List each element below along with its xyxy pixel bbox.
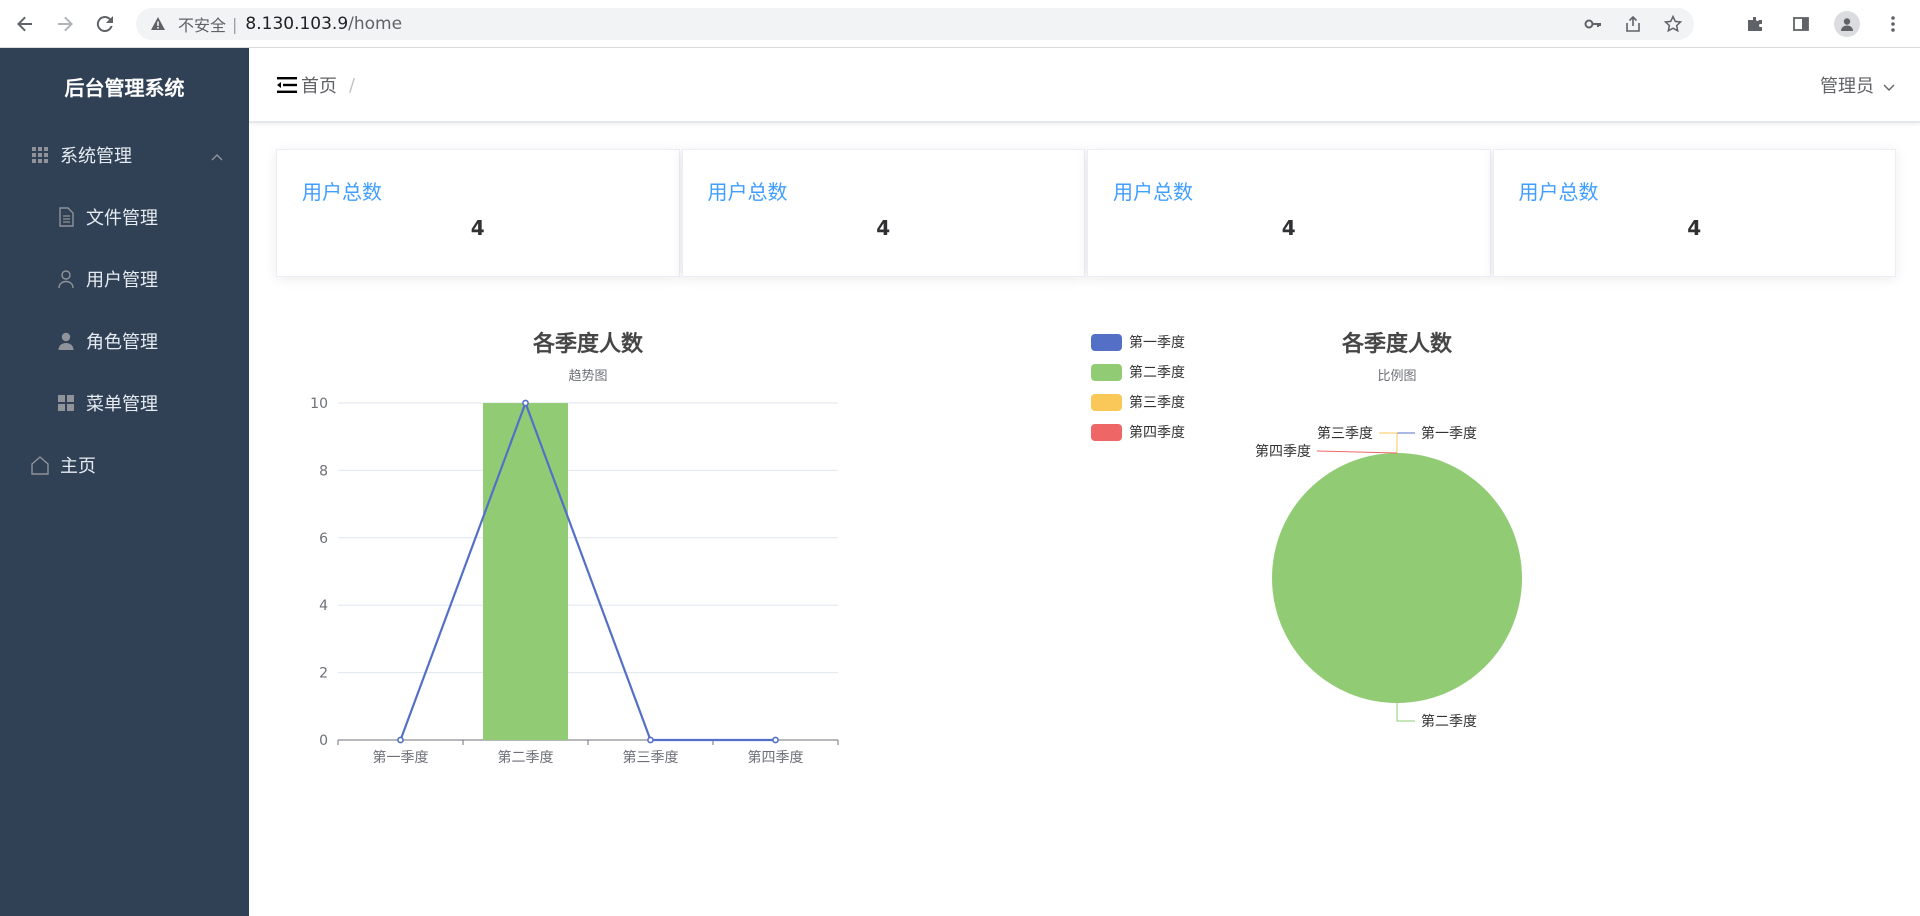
user-dropdown[interactable]: 管理员	[1820, 72, 1896, 98]
url-host: 8.130.103.9	[245, 14, 349, 34]
breadcrumb: 首页 /	[301, 72, 355, 98]
stat-card: 用户总数 4	[1087, 149, 1491, 277]
grid-icon	[30, 145, 50, 165]
top-header: 首页 / 管理员	[249, 48, 1920, 123]
home-icon	[30, 455, 50, 475]
person-filled-icon	[56, 331, 76, 351]
sidebar: 后台管理系统 系统管理 文件管理 用户管理 角色管理 菜单管理 主页	[0, 48, 249, 916]
stat-card: 用户总数 4	[681, 149, 1085, 277]
stat-card: 用户总数 4	[276, 149, 680, 277]
breadcrumb-home[interactable]: 首页	[301, 72, 337, 98]
url-path: /home	[348, 14, 403, 34]
profile-avatar[interactable]	[1832, 9, 1862, 39]
breadcrumb-separator: /	[349, 74, 356, 96]
sidebar-item-users[interactable]: 用户管理	[0, 248, 249, 310]
reload-icon[interactable]	[90, 9, 120, 39]
back-icon[interactable]	[10, 9, 40, 39]
sidebar-item-label: 菜单管理	[86, 394, 158, 415]
hamburger-icon[interactable]	[277, 76, 297, 94]
chevron-up-icon	[211, 148, 223, 161]
chevron-down-icon	[1882, 78, 1896, 92]
sidebar-item-label: 主页	[60, 456, 96, 477]
stat-card-title: 用户总数	[1113, 180, 1193, 204]
user-icon	[56, 269, 76, 289]
sidebar-item-home[interactable]: 主页	[0, 434, 249, 496]
stat-card: 用户总数 4	[1492, 149, 1896, 277]
sidebar-item-label: 用户管理	[86, 270, 158, 291]
stat-card-title: 用户总数	[707, 180, 788, 204]
sidebar-item-roles[interactable]: 角色管理	[0, 310, 249, 372]
warning-icon[interactable]	[150, 16, 166, 32]
sidepanel-icon[interactable]	[1786, 9, 1816, 39]
sidebar-item-files[interactable]: 文件管理	[0, 186, 249, 248]
sidebar-item-system[interactable]: 系统管理	[0, 124, 249, 186]
address-bar[interactable]: 不安全 | 8.130.103.9/home	[136, 8, 1694, 40]
url-text: 8.130.103.9/home	[245, 14, 402, 34]
extensions-icon[interactable]	[1740, 9, 1770, 39]
stat-card-title: 用户总数	[1518, 180, 1599, 204]
sidebar-title: 后台管理系统	[64, 75, 185, 100]
main-content: 首页 / 管理员 用户总数 4 用户总数 4 用户总数 4 用户总数 4	[249, 48, 1920, 916]
insecure-label: 不安全	[178, 16, 227, 35]
share-icon[interactable]	[1622, 13, 1644, 35]
url-separator: |	[232, 14, 238, 34]
menu-grid-icon	[56, 393, 76, 413]
user-name: 管理员	[1820, 76, 1874, 97]
sidebar-item-menus[interactable]: 菜单管理	[0, 372, 249, 434]
sidebar-item-label: 角色管理	[86, 332, 158, 353]
stat-card-value: 4	[1281, 216, 1296, 240]
browser-toolbar: 不安全 | 8.130.103.9/home	[0, 0, 1920, 48]
stat-card-value: 4	[1687, 216, 1702, 240]
key-icon[interactable]	[1582, 13, 1604, 35]
stat-card-value: 4	[470, 216, 485, 240]
stat-card-value: 4	[876, 216, 891, 240]
stat-cards: 用户总数 4 用户总数 4 用户总数 4 用户总数 4	[276, 149, 1896, 277]
forward-icon[interactable]	[50, 9, 80, 39]
document-icon	[56, 207, 76, 227]
sidebar-item-label: 文件管理	[86, 208, 158, 229]
stat-card-title: 用户总数	[302, 180, 382, 204]
sidebar-item-label: 系统管理	[60, 146, 132, 167]
more-menu-icon[interactable]	[1878, 9, 1908, 39]
star-icon[interactable]	[1662, 13, 1684, 35]
